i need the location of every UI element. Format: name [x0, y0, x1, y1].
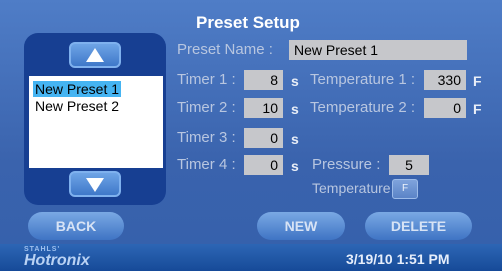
- temp2-label: Temperature 2 :: [310, 99, 416, 116]
- timer4-unit: s: [291, 158, 299, 174]
- timer3-unit: s: [291, 131, 299, 147]
- temp2-unit: F: [473, 101, 482, 117]
- temp1-unit: F: [473, 73, 482, 89]
- scroll-down-button[interactable]: [69, 171, 121, 197]
- new-button[interactable]: NEW: [257, 212, 345, 240]
- down-arrow-icon: [86, 178, 104, 192]
- temp1-label: Temperature 1 :: [310, 71, 416, 88]
- pressure-field[interactable]: 5: [389, 155, 429, 175]
- preset-list[interactable]: New Preset 1 New Preset 2: [29, 76, 163, 168]
- brand-logo: Hotronix: [24, 252, 90, 269]
- timer2-label: Timer 2 :: [177, 99, 236, 116]
- preset-name-label: Preset Name :: [177, 41, 273, 58]
- page-title: Preset Setup: [196, 13, 300, 32]
- temperature-unit-label: Temperature :: [312, 180, 399, 196]
- scroll-up-button[interactable]: [69, 42, 121, 68]
- temp2-field[interactable]: 0: [424, 98, 466, 118]
- timer1-label: Timer 1 :: [177, 71, 236, 88]
- temperature-unit-button[interactable]: F: [392, 179, 418, 199]
- preset-setup-panel: Preset Setup New Preset 1 New Preset 2 P…: [0, 0, 502, 271]
- pressure-label: Pressure :: [312, 156, 381, 173]
- timer1-field[interactable]: 8: [244, 70, 283, 90]
- preset-list-panel: New Preset 1 New Preset 2: [24, 33, 166, 205]
- timer3-label: Timer 3 :: [177, 129, 236, 146]
- timer3-field[interactable]: 0: [244, 128, 283, 148]
- list-item-preset-2[interactable]: New Preset 2: [33, 98, 121, 114]
- date-time: 3/19/10 1:51 PM: [346, 251, 450, 267]
- status-bar: STAHLS' Hotronix 3/19/10 1:51 PM: [0, 244, 502, 271]
- list-item-preset-1[interactable]: New Preset 1: [33, 81, 122, 97]
- preset-name-field[interactable]: New Preset 1: [289, 40, 467, 60]
- timer4-label: Timer 4 :: [177, 156, 236, 173]
- timer1-unit: s: [291, 73, 299, 89]
- delete-button[interactable]: DELETE: [365, 212, 472, 240]
- timer4-field[interactable]: 0: [244, 155, 283, 175]
- timer2-unit: s: [291, 101, 299, 117]
- temp1-field[interactable]: 330: [424, 70, 466, 90]
- timer2-field[interactable]: 10: [244, 98, 283, 118]
- back-button[interactable]: BACK: [28, 212, 124, 240]
- up-arrow-icon: [86, 48, 104, 62]
